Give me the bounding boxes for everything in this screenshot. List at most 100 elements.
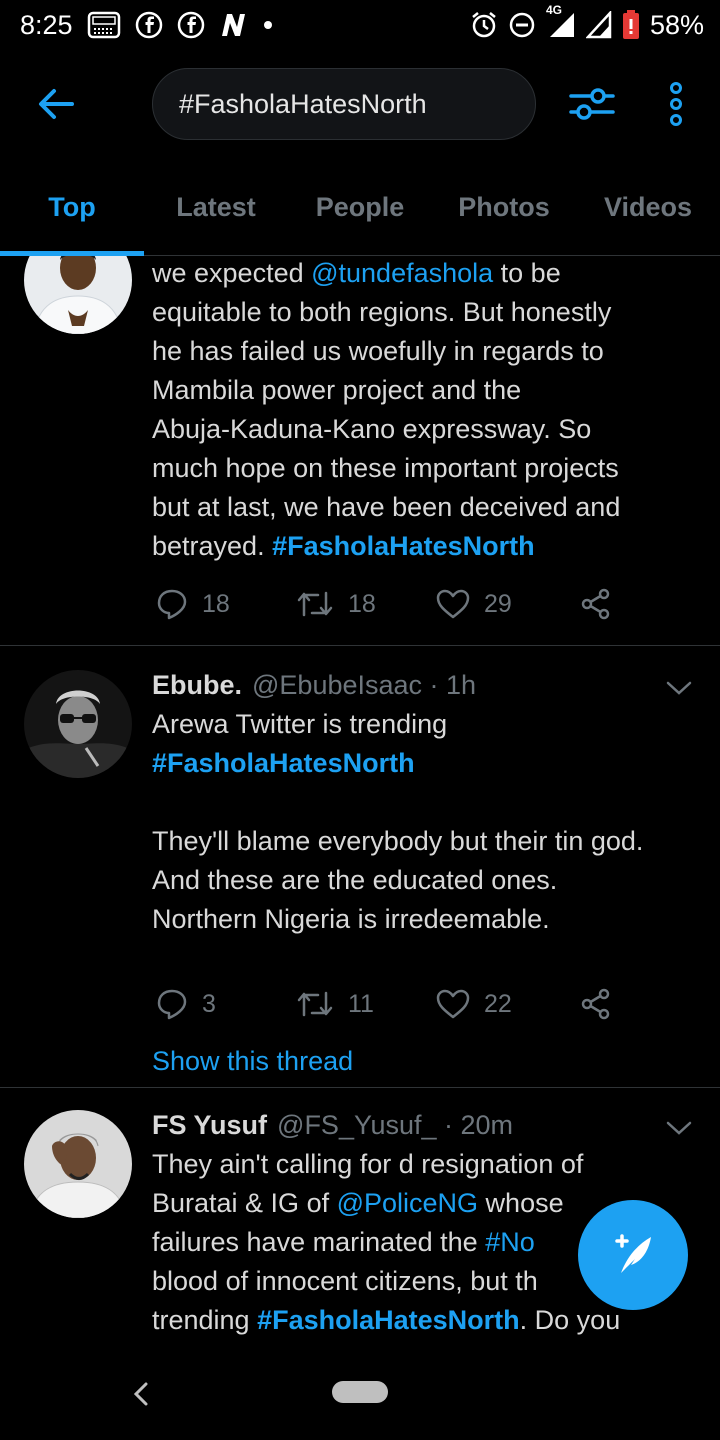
status-left: 8:25 bbox=[20, 10, 273, 41]
tweet-text: he has failed us woefully in regards to bbox=[152, 336, 604, 366]
tweet-line: he has failed us woefully in regards to bbox=[152, 332, 700, 371]
tab-people[interactable]: People bbox=[288, 168, 432, 255]
tweet-text: whose bbox=[478, 1188, 564, 1218]
tweet[interactable]: Ebube. @EbubeIsaac · 1h Arewa Twitter is… bbox=[0, 646, 720, 1088]
more-options-button[interactable] bbox=[660, 80, 692, 128]
tab-videos[interactable]: Videos bbox=[576, 168, 720, 255]
system-nav-bar bbox=[0, 1356, 720, 1440]
tweet-text: Mambila power project and the bbox=[152, 375, 522, 405]
reply-bubble-icon bbox=[157, 989, 187, 1020]
hashtag-link[interactable]: #FasholaHatesNorth bbox=[152, 748, 415, 778]
tweet-text: They ain't calling for d resignation of bbox=[152, 1149, 584, 1179]
dot-icon bbox=[263, 20, 273, 30]
tab-photos[interactable]: Photos bbox=[432, 168, 576, 255]
tweet-line: And these are the educated ones. bbox=[152, 861, 700, 900]
tweet-text: we expected @tundefashola to be equitable… bbox=[152, 256, 700, 566]
tab-top[interactable]: Top bbox=[0, 168, 144, 256]
search-input[interactable]: #FasholaHatesNorth bbox=[152, 68, 536, 140]
arrow-left-icon bbox=[39, 89, 74, 119]
tweet-text: we expected bbox=[152, 258, 312, 288]
like-count: 22 bbox=[484, 989, 512, 1018]
tweet-lines: They'll blame everybody but their tin go… bbox=[152, 822, 700, 939]
tweet-text: to be bbox=[493, 258, 561, 288]
heart-icon bbox=[436, 589, 470, 619]
mention-link[interactable]: @PoliceNG bbox=[337, 1188, 478, 1218]
avatar[interactable] bbox=[24, 1110, 132, 1218]
nav-home-pill[interactable] bbox=[332, 1381, 388, 1403]
reply-bubble-icon bbox=[157, 589, 187, 620]
retweet-icon bbox=[297, 591, 333, 617]
tweet-line: Abuja-Kaduna-Kano expressway. So bbox=[152, 410, 700, 449]
hashtag-link[interactable]: #FasholaHatesNorth bbox=[272, 531, 535, 561]
tweet-line: Northern Nigeria is irredeemable. bbox=[152, 900, 700, 939]
retweet-icon bbox=[297, 991, 333, 1017]
like-button[interactable]: 29 bbox=[436, 589, 512, 619]
search-tabs: Top Latest People Photos Videos bbox=[0, 168, 720, 256]
tweet-text: And these are the educated ones. bbox=[152, 865, 558, 895]
tweet-actions: 18 18 29 bbox=[156, 584, 626, 624]
share-icon bbox=[581, 988, 610, 1020]
sliders-icon bbox=[569, 88, 615, 120]
compose-feather-icon bbox=[615, 1234, 651, 1273]
tweet-text: Abuja-Kaduna-Kano expressway. So bbox=[152, 414, 592, 444]
tweet-lines: we expected @tundefashola to be equitable… bbox=[152, 256, 700, 566]
tweet-text: trending bbox=[152, 1305, 258, 1335]
back-button[interactable] bbox=[32, 80, 80, 128]
share-icon bbox=[581, 588, 610, 620]
tweet-text: equitable to both regions. But honestly bbox=[152, 297, 612, 327]
status-time: 8:25 bbox=[20, 9, 73, 40]
tweet-text: betrayed. bbox=[152, 531, 273, 561]
tweet-text: blood of innocent citizens, but th bbox=[152, 1266, 538, 1296]
tweet-line: we expected @tundefashola to be bbox=[152, 256, 700, 293]
like-count: 29 bbox=[484, 589, 512, 618]
author-handle: @FS_Yusuf_ · 20m bbox=[277, 1110, 514, 1140]
chevron-left-icon bbox=[133, 1382, 148, 1406]
do-not-disturb-icon bbox=[508, 11, 536, 39]
tweet-text: . Do you bbox=[519, 1305, 621, 1335]
tweet-lines: Arewa Twitter is trending #FasholaHatesNo… bbox=[152, 705, 700, 783]
author-name[interactable]: Ebube. bbox=[152, 666, 242, 705]
reply-button[interactable]: 3 bbox=[156, 988, 216, 1020]
retweet-count: 11 bbox=[348, 989, 374, 1018]
search-query: #FasholaHatesNorth bbox=[179, 88, 427, 119]
share-button[interactable] bbox=[580, 988, 612, 1020]
tweet-line: betrayed. #FasholaHatesNorth bbox=[152, 527, 700, 566]
tweet-line: #FasholaHatesNorth bbox=[152, 744, 700, 783]
tweet-header: FS Yusuf @FS_Yusuf_ · 20m bbox=[152, 1106, 700, 1145]
tweet-text: much hope on these important projects bbox=[152, 453, 619, 483]
tab-latest[interactable]: Latest bbox=[144, 168, 288, 255]
search-header: #FasholaHatesNorth bbox=[0, 66, 720, 142]
share-button[interactable] bbox=[580, 588, 612, 620]
signal-icon bbox=[585, 11, 612, 39]
author-handle: @EbubeIsaac · 1h bbox=[252, 670, 477, 700]
tweet-text: failures have marinated the bbox=[152, 1227, 486, 1257]
avatar[interactable] bbox=[24, 256, 132, 334]
mention-link[interactable]: @tundefashola bbox=[311, 258, 493, 288]
retweet-button[interactable]: 18 bbox=[296, 589, 376, 619]
tweet-text: They'll blame everybody but their tin go… bbox=[152, 826, 644, 856]
author-name[interactable]: FS Yusuf bbox=[152, 1106, 267, 1145]
like-button[interactable]: 22 bbox=[436, 989, 512, 1019]
heart-icon bbox=[436, 989, 470, 1019]
tweet-feed[interactable]: we expected @tundefashola to be equitable… bbox=[0, 256, 720, 1356]
tweet-line: They'll blame everybody but their tin go… bbox=[152, 822, 700, 861]
retweet-button[interactable]: 11 bbox=[296, 989, 374, 1019]
nav-back-button[interactable] bbox=[124, 1378, 156, 1410]
tweet-text: Buratai & IG of bbox=[152, 1188, 337, 1218]
mention-link[interactable]: #No bbox=[485, 1227, 535, 1257]
reply-button[interactable]: 18 bbox=[156, 588, 230, 620]
radio-app-icon bbox=[87, 10, 121, 40]
search-filter-button[interactable] bbox=[566, 80, 618, 128]
avatar[interactable] bbox=[24, 670, 132, 778]
tweet-text: Arewa Twitter is trending bbox=[152, 709, 448, 739]
tweet[interactable]: we expected @tundefashola to be equitable… bbox=[0, 256, 720, 646]
show-thread-link[interactable]: Show this thread bbox=[152, 1046, 353, 1077]
hashtag-link[interactable]: #FasholaHatesNorth bbox=[257, 1305, 520, 1335]
signal-icon: 4G bbox=[546, 3, 576, 39]
status-bar: 8:25 4G 58% bbox=[0, 0, 720, 50]
tweet-line: Mambila power project and the bbox=[152, 371, 700, 410]
tweet-text: but at last, we have been deceived and bbox=[152, 492, 621, 522]
tweet-line: equitable to both regions. But honestly bbox=[152, 293, 700, 332]
compose-tweet-button[interactable] bbox=[578, 1200, 688, 1310]
reply-count: 3 bbox=[202, 989, 216, 1018]
